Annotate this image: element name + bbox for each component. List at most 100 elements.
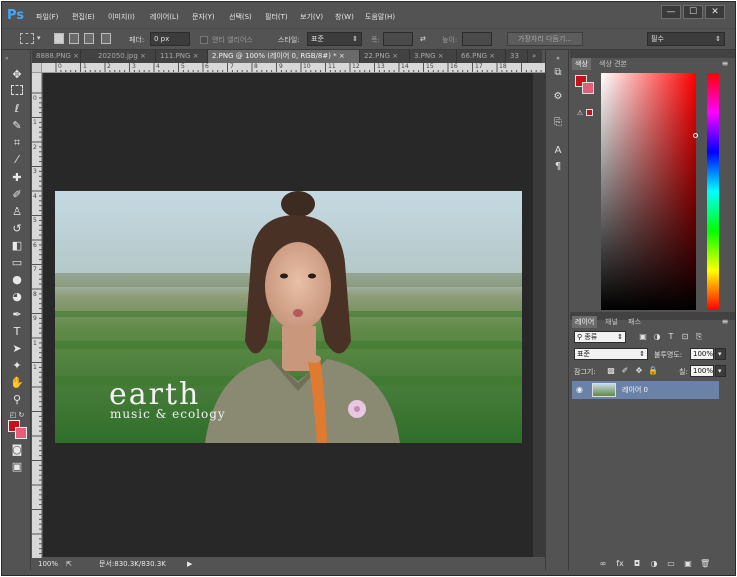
lock-pixels-icon[interactable]: ✐: [620, 366, 630, 376]
layer-row[interactable]: ◉ 레이어 0: [572, 381, 719, 399]
background-color-swatch[interactable]: [15, 427, 27, 439]
style-select[interactable]: 표준 ⇕: [307, 32, 362, 46]
menu-file[interactable]: 파일(F): [36, 12, 58, 22]
eraser-tool-icon[interactable]: ◧: [9, 239, 25, 253]
filter-smart-object-icon[interactable]: ⎘: [694, 332, 704, 342]
chevron-down-icon[interactable]: ▾: [715, 348, 726, 360]
tab-2-png-active[interactable]: 2.PNG @ 100% (레이어 0, RGB/8#) * ×: [208, 50, 360, 63]
adjustment-layer-icon[interactable]: ◑: [649, 559, 659, 569]
close-icon[interactable]: ×: [193, 52, 199, 60]
blend-mode-select[interactable]: 표준 ⇕: [574, 348, 648, 360]
close-icon[interactable]: ×: [73, 52, 79, 60]
chevron-down-icon[interactable]: ▾: [37, 34, 41, 42]
document-size[interactable]: 문서:830.3K/830.3K: [99, 558, 166, 570]
zoom-level[interactable]: 100%: [38, 558, 58, 570]
tab-color[interactable]: 색상: [572, 58, 591, 70]
tab-overflow-icon[interactable]: »: [528, 50, 542, 63]
history-brush-tool-icon[interactable]: ↺: [9, 222, 25, 236]
tab-66-png[interactable]: 66.PNG ×: [457, 50, 506, 63]
color-field[interactable]: [601, 73, 698, 310]
new-selection-icon[interactable]: [54, 33, 64, 44]
quick-mask-icon[interactable]: ◙: [9, 443, 25, 457]
brush-tool-icon[interactable]: ✐: [9, 188, 25, 202]
filter-adjustment-icon[interactable]: ◑: [652, 332, 662, 342]
clone-stamp-tool-icon[interactable]: ♙: [9, 205, 25, 219]
width-input[interactable]: [383, 32, 413, 46]
layer-filter-select[interactable]: ⚲ 종류 ⇕: [574, 331, 626, 343]
close-button[interactable]: ✕: [705, 5, 725, 19]
marquee-tool-icon[interactable]: [11, 85, 23, 95]
background-color-swatch[interactable]: [582, 82, 594, 94]
menu-window[interactable]: 창(W): [335, 12, 354, 22]
workspace-select[interactable]: 필수 ⇕: [647, 32, 725, 46]
close-icon[interactable]: ×: [392, 52, 398, 60]
healing-brush-tool-icon[interactable]: ✚: [9, 171, 25, 185]
eyedropper-tool-icon[interactable]: ⁄: [9, 153, 25, 167]
path-select-tool-icon[interactable]: ➤: [9, 342, 25, 356]
fx-icon[interactable]: fx: [615, 559, 625, 569]
panel-menu-icon[interactable]: ≡: [720, 59, 730, 69]
type-tool-icon[interactable]: T: [9, 325, 25, 339]
actions-panel-icon[interactable]: ⚙: [551, 90, 565, 104]
marquee-preset-icon[interactable]: [20, 33, 34, 44]
tab-111-png[interactable]: 111.PNG ×: [156, 50, 208, 63]
history-panel-icon[interactable]: ⧉: [551, 66, 565, 80]
lock-all-icon[interactable]: 🔒: [648, 366, 658, 376]
tab-layers[interactable]: 레이어: [572, 316, 598, 328]
height-input[interactable]: [462, 32, 492, 46]
filter-pixel-icon[interactable]: ▣: [638, 332, 648, 342]
quick-select-tool-icon[interactable]: ✎: [9, 119, 25, 133]
warning-icon[interactable]: ⚠: [575, 108, 585, 118]
menu-edit[interactable]: 편집(E): [72, 12, 95, 22]
tab-paths[interactable]: 패스: [625, 316, 644, 328]
antialias-checkbox[interactable]: [200, 36, 208, 44]
menu-layer[interactable]: 레이어(L): [150, 12, 179, 22]
new-layer-icon[interactable]: ▣: [683, 559, 693, 569]
fill-input[interactable]: 100%: [690, 365, 714, 377]
tab-22-png[interactable]: 22.PNG ×: [360, 50, 410, 63]
export-icon[interactable]: ⇱: [66, 558, 72, 570]
hand-tool-icon[interactable]: ✋: [9, 376, 25, 390]
document-canvas[interactable]: earth music & ecology: [43, 73, 533, 557]
gamut-color-swatch[interactable]: [586, 109, 593, 116]
menu-image[interactable]: 이미지(I): [108, 12, 135, 22]
menu-type[interactable]: 문자(Y): [192, 12, 215, 22]
opacity-input[interactable]: 100%: [690, 348, 714, 360]
zoom-tool-icon[interactable]: ⚲: [9, 393, 25, 407]
paragraph-panel-icon[interactable]: ¶: [551, 160, 565, 174]
filter-type-icon[interactable]: T: [666, 332, 676, 342]
canvas-scrollbar[interactable]: [533, 73, 545, 557]
pen-tool-icon[interactable]: ✒: [9, 308, 25, 322]
intersect-selection-icon[interactable]: [101, 33, 111, 44]
lock-transparent-icon[interactable]: ▩: [606, 366, 616, 376]
close-icon[interactable]: ×: [438, 52, 444, 60]
brush-panel-icon[interactable]: ⎘: [551, 116, 565, 130]
tab-channels[interactable]: 채널: [602, 316, 621, 328]
lock-position-icon[interactable]: ✥: [634, 366, 644, 376]
status-menu-icon[interactable]: ▶: [187, 558, 192, 570]
refine-edge-button[interactable]: 가장자리 다듬기...: [507, 32, 583, 46]
crop-tool-icon[interactable]: ⌗: [9, 136, 25, 150]
swap-icon[interactable]: ⇄: [420, 35, 426, 43]
hue-slider[interactable]: [707, 73, 719, 310]
shape-tool-icon[interactable]: ✦: [9, 359, 25, 373]
close-icon[interactable]: ×: [140, 52, 146, 60]
close-icon[interactable]: ×: [489, 52, 495, 60]
feather-input[interactable]: 0 px: [150, 32, 190, 46]
subtract-selection-icon[interactable]: [84, 33, 94, 44]
menu-filter[interactable]: 필터(T): [265, 12, 288, 22]
eye-icon[interactable]: ◉: [576, 385, 583, 394]
menu-select[interactable]: 선택(S): [229, 12, 252, 22]
lasso-tool-icon[interactable]: ℓ: [9, 102, 25, 116]
tab-swatches[interactable]: 색상 견본: [596, 58, 630, 70]
collapse-icon[interactable]: «: [551, 52, 565, 66]
collapse-icon[interactable]: »: [5, 52, 27, 66]
add-selection-icon[interactable]: [69, 33, 79, 44]
chevron-down-icon[interactable]: ▾: [715, 365, 726, 377]
new-group-icon[interactable]: ▭: [666, 559, 676, 569]
tab-8888-png[interactable]: 8888.PNG ×: [32, 50, 81, 63]
close-icon[interactable]: ×: [339, 52, 345, 60]
panel-menu-icon[interactable]: ≡: [720, 317, 730, 327]
gradient-tool-icon[interactable]: ▭: [9, 256, 25, 270]
color-picker-marker[interactable]: [693, 133, 698, 138]
